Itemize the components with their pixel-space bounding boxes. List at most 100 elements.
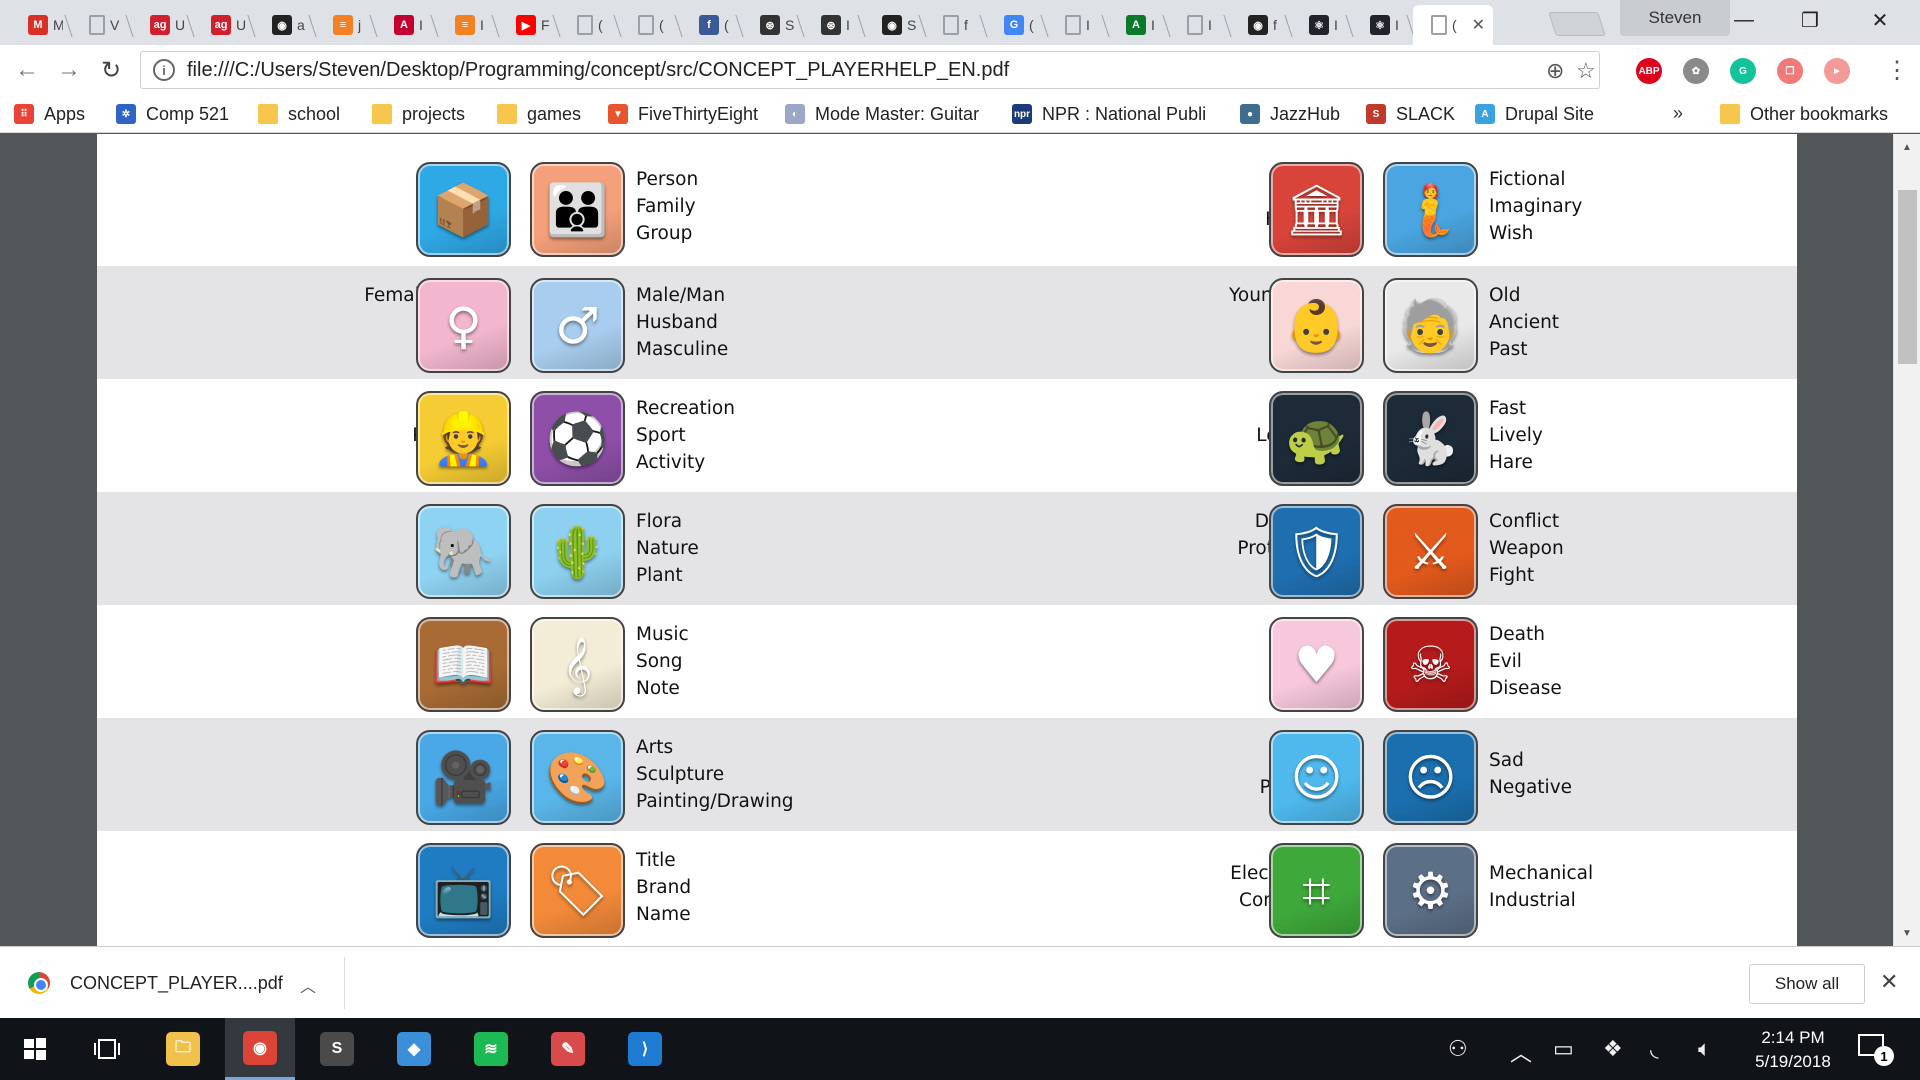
cast-extension-icon[interactable]: ► [1824, 58, 1850, 84]
recreation-icon[interactable]: ⚽ [530, 391, 625, 486]
browser-tab[interactable]: ⚛ I [1352, 5, 1413, 45]
address-bar[interactable]: i file:///C:/Users/Steven/Desktop/Progra… [140, 51, 1600, 89]
scroll-up-arrow-icon[interactable]: ▲ [1902, 142, 1912, 153]
browser-tab[interactable]: ≡ j [315, 5, 376, 45]
task-view-button[interactable] [72, 1018, 142, 1080]
scroll-down-arrow-icon[interactable]: ▼ [1902, 928, 1912, 939]
other-bookmarks[interactable]: Other bookmarks [1720, 101, 1888, 127]
title-brand-icon[interactable]: 🏷 [530, 843, 625, 938]
family-group-icon[interactable]: 👪 [530, 162, 625, 257]
browser-tab[interactable]: f( [681, 5, 742, 45]
browser-tab[interactable]: ag U [193, 5, 254, 45]
vscode-taskbar-button[interactable]: ⟩ [610, 1018, 680, 1080]
reality-history-icon[interactable]: 🏛 [1269, 162, 1364, 257]
bookmark-fivethirtyeight[interactable]: ▼ FiveThirtyEight [608, 101, 758, 127]
download-item[interactable]: CONCEPT_PLAYER....pdf [28, 961, 338, 1005]
browser-tab[interactable]: ⊛ I [803, 5, 864, 45]
bookmark-mode-master-guitar[interactable]: ◐ Mode Master: Guitar [785, 101, 979, 127]
browser-tab[interactable]: ag U [132, 5, 193, 45]
bookmark-apps[interactable]: ⠿ Apps [14, 101, 85, 127]
battery-icon[interactable]: ▭ [1553, 1036, 1574, 1062]
volume-icon[interactable]: 🔈︎ [1698, 1036, 1711, 1062]
music-note-icon[interactable]: 𝄞 [530, 617, 625, 712]
package-icon[interactable]: 📦 [416, 162, 511, 257]
pdf-scrollbar[interactable]: ▲ ▼ [1893, 134, 1920, 946]
hare-icon[interactable]: 🐇 [1383, 391, 1478, 486]
bookmarks-overflow-chevron-icon[interactable]: » [1673, 103, 1683, 124]
shield-wall-icon[interactable]: 🛡 [1269, 504, 1364, 599]
bookmark-npr-national-publi[interactable]: npr NPR : National Publi [1012, 101, 1206, 127]
gift-extension-icon[interactable]: ❒ [1777, 58, 1803, 84]
close-icon[interactable]: ✕ [1880, 969, 1898, 995]
browser-tab[interactable]: I [1169, 5, 1230, 45]
file-explorer-taskbar-button[interactable]: 🗀 [148, 1018, 218, 1080]
browser-tab[interactable]: V [71, 5, 132, 45]
crossed-weapons-icon[interactable]: ⚔ [1383, 504, 1478, 599]
browser-tab[interactable]: G( [986, 5, 1047, 45]
bookmark-school[interactable]: school [258, 101, 340, 127]
new-tab-button[interactable] [1548, 12, 1606, 36]
zoom-icon[interactable]: ⊕ [1546, 58, 1564, 84]
smiley-icon[interactable]: ☺ [1269, 730, 1364, 825]
fictional-mermaid-icon[interactable]: 🧜 [1383, 162, 1478, 257]
wifi-icon[interactable]: ◟ [1650, 1036, 1659, 1062]
bookmark-jazzhub[interactable]: ● JazzHub [1240, 101, 1340, 127]
heart-icon[interactable]: ♥ [1269, 617, 1364, 712]
start-button[interactable] [0, 1018, 70, 1080]
browser-tab[interactable]: ⊛ S [742, 5, 803, 45]
book-quill-icon[interactable]: 📖 [416, 617, 511, 712]
browser-tab[interactable]: ◉ f [1230, 5, 1291, 45]
baby-icon[interactable]: 👶 [1269, 278, 1364, 373]
browser-tab[interactable]: I [1047, 5, 1108, 45]
turtle-icon[interactable]: 🐢 [1269, 391, 1364, 486]
browser-tab[interactable]: AI [376, 5, 437, 45]
skull-icon[interactable]: ☠ [1383, 617, 1478, 712]
chevron-up-icon[interactable]: ︿ [300, 973, 316, 997]
sublime-text-taskbar-button[interactable]: S [302, 1018, 372, 1080]
bookmark-slack[interactable]: S SLACK [1366, 101, 1455, 127]
old-person-icon[interactable]: 🧓 [1383, 278, 1478, 373]
grammarly-icon[interactable]: G [1730, 58, 1756, 84]
paint-taskbar-button[interactable]: ✎ [533, 1018, 603, 1080]
circuit-chip-icon[interactable]: ⌗ [1269, 843, 1364, 938]
browser-tab[interactable]: ▶ F [498, 5, 559, 45]
chrome-taskbar-button[interactable]: ◉ [225, 1018, 295, 1080]
sad-face-icon[interactable]: ☹ [1383, 730, 1478, 825]
show-all-button[interactable]: Show all [1749, 964, 1865, 1004]
male-icon[interactable]: ♂ [530, 278, 625, 373]
maximize-button[interactable]: ❐ [1780, 4, 1840, 36]
browser-tab[interactable]: ◉ S [864, 5, 925, 45]
plant-icon[interactable]: 🌵 [530, 504, 625, 599]
bookmark-comp-521[interactable]: ✲ Comp 521 [116, 101, 229, 127]
puzzle-extension-icon[interactable]: ✿ [1683, 58, 1709, 84]
arts-icon[interactable]: 🎨 [530, 730, 625, 825]
browser-tab[interactable]: f [925, 5, 986, 45]
browser-tab[interactable]: ⚛ I [1291, 5, 1352, 45]
browser-tab[interactable]: AI [1108, 5, 1169, 45]
adblock-icon[interactable]: ABP [1636, 58, 1662, 84]
browser-tab[interactable]: ( [620, 5, 681, 45]
dropbox-icon[interactable]: ❖ [1603, 1036, 1623, 1062]
close-icon[interactable]: ✕ [1472, 15, 1485, 35]
film-camera-icon[interactable]: 🎥 [416, 730, 511, 825]
close-window-button[interactable]: ✕ [1850, 4, 1910, 36]
bookmark-games[interactable]: games [497, 101, 581, 127]
bookmark-drupal-site[interactable]: A Drupal Site [1475, 101, 1594, 127]
browser-tab[interactable]: MM [10, 5, 71, 45]
gears-icon[interactable]: ⚙ [1383, 843, 1478, 938]
browser-tab[interactable]: ( [559, 5, 620, 45]
show-hidden-icons-chevron-icon[interactable]: ︿ [1510, 1036, 1532, 1068]
action-center-button[interactable]: 1 [1858, 1032, 1894, 1068]
info-icon[interactable]: i [153, 59, 175, 81]
television-icon[interactable]: 📺 [416, 843, 511, 938]
reload-button[interactable]: ↻ [94, 53, 128, 87]
forward-button[interactable]: → [52, 53, 86, 87]
browser-tab[interactable]: ≡ I [437, 5, 498, 45]
back-button[interactable]: ← [10, 53, 44, 87]
animals-icon[interactable]: 🐘 [416, 504, 511, 599]
bookmark-star-icon[interactable]: ☆ [1576, 58, 1596, 84]
people-icon[interactable]: ⚇ [1448, 1036, 1468, 1062]
minimize-button[interactable]: — [1714, 4, 1774, 36]
url-text[interactable]: file:///C:/Users/Steven/Desktop/Programm… [187, 59, 1009, 82]
spotify-taskbar-button[interactable]: ≋ [456, 1018, 526, 1080]
